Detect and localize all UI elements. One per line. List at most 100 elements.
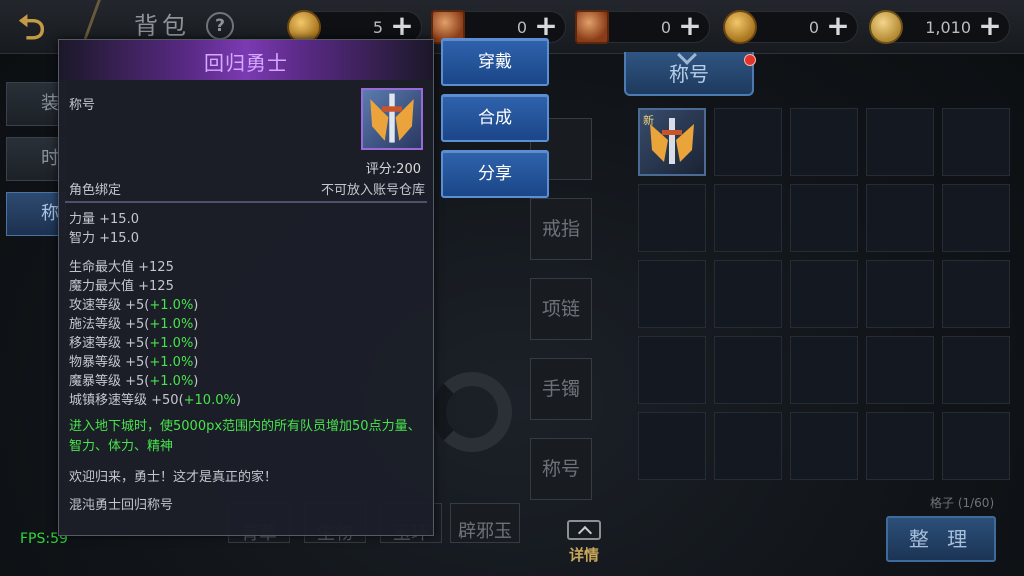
equip-slot-bracelet[interactable]: 手镯 (530, 358, 592, 420)
add-locked-coin-button[interactable]: + (977, 12, 1003, 40)
ring-decoration (432, 372, 512, 452)
divider (65, 201, 427, 203)
inventory-slot[interactable] (790, 260, 858, 328)
stat-bonus: +1.0% (149, 336, 194, 351)
question-icon[interactable]: ? (206, 12, 234, 40)
add-coin-button[interactable]: + (825, 12, 851, 40)
sword-wings-icon (370, 93, 414, 143)
inventory-slot[interactable] (942, 108, 1010, 176)
inventory-slot[interactable] (790, 412, 858, 480)
locked-scroll-icon (575, 10, 609, 44)
chevron-up-icon (567, 520, 601, 540)
slot-count: 格子 (1/60) (930, 496, 995, 510)
page-title: 背包 (134, 12, 190, 40)
stat-attack-speed: 攻速等级 +5(+1.0%) (69, 294, 198, 313)
currency-value: 0 (660, 18, 671, 37)
inventory-slot[interactable] (714, 184, 782, 252)
equip-slot-title[interactable]: 称号 (530, 438, 592, 500)
inventory-slot[interactable] (790, 108, 858, 176)
stat-base: 攻速等级 +5( (69, 298, 150, 313)
stat-bonus: +1.0% (149, 317, 194, 332)
binding-label: 角色绑定 (69, 183, 122, 198)
inventory-slot[interactable] (638, 260, 706, 328)
inventory-item-title[interactable]: 新 (638, 108, 706, 176)
coin-icon (723, 10, 757, 44)
currency-locked-scroll: 0 + (575, 10, 710, 44)
side-tab-fashion[interactable]: 时 (6, 137, 66, 181)
item-flavor-text: 欢迎归来，勇士！这才是真正的家！ (69, 470, 278, 485)
stat-town-move-speed: 城镇移速等级 +50(+10.0%) (69, 389, 241, 408)
stat-cast-speed: 施法等级 +5(+1.0%) (69, 313, 198, 332)
equip-slot-necklace[interactable]: 项链 (530, 278, 592, 340)
compose-button[interactable]: 合成 (441, 94, 549, 142)
equip-slot-ring[interactable]: 戒指 (530, 198, 592, 260)
stat-tail: ) (193, 336, 199, 351)
currency-coin: 0 + (723, 10, 858, 44)
currency-value: 5 (372, 18, 383, 37)
sort-button[interactable]: 整 理 (886, 516, 996, 562)
stat-bonus: +1.0% (149, 298, 194, 313)
detail-label: 详情 (568, 546, 599, 564)
stat-base: 城镇移速等级 +50( (69, 393, 184, 408)
item-effect: 进入地下城时，使5000px范围内的所有队员增加50点力量、智力、体力、精神 (69, 419, 421, 454)
equip-button[interactable]: 穿戴 (441, 38, 549, 86)
locked-coin-icon (869, 10, 903, 44)
inventory-slot[interactable] (866, 336, 934, 404)
stat-max-hp: 生命最大值 +125 (69, 260, 174, 275)
stat-bonus: +10.0% (183, 393, 236, 408)
side-tab-title[interactable]: 称 (6, 192, 66, 236)
inventory-slot[interactable] (714, 412, 782, 480)
inventory-slot[interactable] (866, 108, 934, 176)
inventory-slot[interactable] (866, 412, 934, 480)
inventory-slot[interactable] (714, 336, 782, 404)
currency-value: 0 (516, 18, 527, 37)
item-category: 称号 (69, 98, 96, 113)
stat-intelligence: 智力 +15.0 (69, 231, 139, 246)
inventory-slot[interactable] (866, 260, 934, 328)
item-score: 评分:200 (365, 162, 421, 177)
inventory-slot[interactable] (638, 184, 706, 252)
stat-physical-crit: 物暴等级 +5(+1.0%) (69, 351, 198, 370)
tooltip-header: 回归勇士 (59, 40, 433, 80)
detail-toggle[interactable]: 详情 (562, 520, 606, 568)
stat-move-speed: 移速等级 +5(+1.0%) (69, 332, 198, 351)
inventory-slot[interactable] (714, 108, 782, 176)
add-scroll-button[interactable]: + (533, 12, 559, 40)
inventory-slot[interactable] (714, 260, 782, 328)
inventory-slot[interactable] (942, 184, 1010, 252)
inventory-slot[interactable] (866, 184, 934, 252)
side-tab-equipment[interactable]: 装 (6, 82, 66, 126)
inventory-slot[interactable] (942, 412, 1010, 480)
inventory-slot[interactable] (638, 412, 706, 480)
stat-magic-crit: 魔暴等级 +5(+1.0%) (69, 370, 198, 389)
notification-dot (744, 54, 756, 66)
inventory-slot[interactable] (790, 336, 858, 404)
inventory-slot[interactable] (942, 260, 1010, 328)
item-name: 回归勇士 (204, 51, 288, 75)
stat-strength: 力量 +15.0 (69, 212, 139, 227)
new-badge: 新 (643, 114, 654, 127)
stat-bonus: +1.0% (149, 355, 194, 370)
stat-bonus: +1.0% (149, 374, 194, 389)
item-tooltip: 回归勇士 称号 评分:200 角色绑定 不可放入账号仓库 力量 +15.0 智力… (58, 39, 434, 536)
stat-tail: ) (193, 298, 199, 313)
share-button[interactable]: 分享 (441, 150, 549, 198)
inventory-slot[interactable] (638, 336, 706, 404)
add-gold-button[interactable]: + (389, 12, 415, 40)
inventory-slot[interactable] (790, 184, 858, 252)
item-icon (361, 88, 423, 150)
item-source: 混沌勇士回归称号 (69, 498, 174, 513)
stat-max-mp: 魔力最大值 +125 (69, 279, 174, 294)
stat-base: 物暴等级 +5( (69, 355, 150, 370)
add-locked-scroll-button[interactable]: + (677, 12, 703, 40)
storage-label: 不可放入账号仓库 (320, 183, 425, 198)
stat-base: 施法等级 +5( (69, 317, 150, 332)
bottom-slot-talisman[interactable]: 辟邪玉 (450, 503, 520, 543)
inventory-slot[interactable] (942, 336, 1010, 404)
stat-tail: ) (235, 393, 241, 408)
currency-locked-coin: 1,010 + (869, 10, 1010, 44)
stat-tail: ) (193, 317, 199, 332)
stat-tail: ) (193, 374, 199, 389)
inventory-grid: 新 (636, 108, 1016, 488)
stat-base: 移速等级 +5( (69, 336, 150, 351)
